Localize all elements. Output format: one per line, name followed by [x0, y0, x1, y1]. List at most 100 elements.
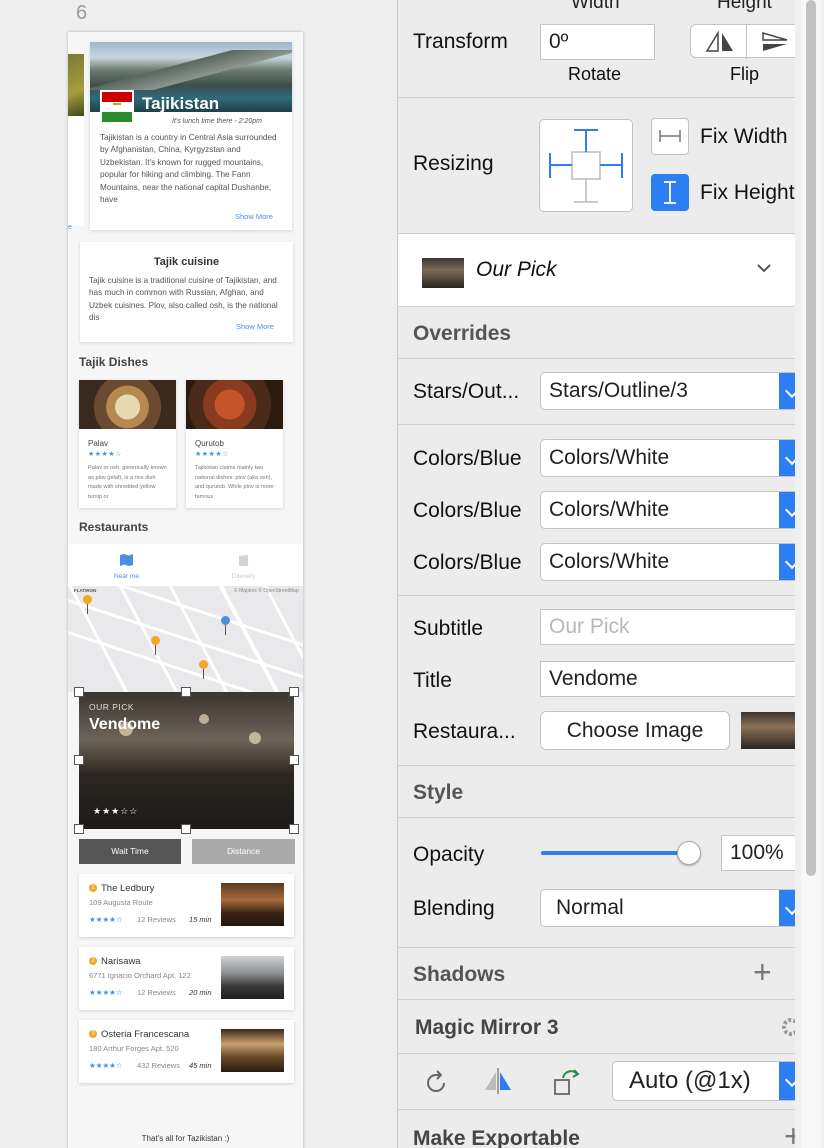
restaurant-row[interactable]: 2 Narisawa 6771 Ignacio Orchard Apt. 122…	[79, 947, 294, 1010]
restaurant-reviews: 12 Reviews	[137, 915, 176, 924]
subtitle-input[interactable]: Our Pick	[540, 609, 795, 645]
add-shadow-icon[interactable]: +	[753, 954, 772, 991]
country-show-more[interactable]: Show More	[235, 212, 273, 221]
opacity-slider-knob[interactable]	[677, 841, 701, 865]
flip-label: Flip	[730, 64, 760, 84]
selection-handle[interactable]	[74, 755, 84, 765]
refresh-icon[interactable]	[424, 1069, 448, 1095]
restaurants-heading: Restaurants	[79, 520, 149, 534]
inspector-scrollbar[interactable]	[801, 0, 821, 1148]
map-district-label: FLATIRON	[74, 588, 97, 593]
color-override-select[interactable]: Colors/White	[540, 543, 795, 581]
fix-width-toggle[interactable]	[651, 118, 689, 155]
gear-icon[interactable]	[779, 1015, 795, 1039]
choose-image-button[interactable]: Choose Image	[540, 711, 730, 750]
opacity-input[interactable]: 100%	[721, 835, 795, 871]
country-description: Tajikistan is a country in Central Asia …	[100, 133, 277, 205]
dish-card[interactable]: Qurutob ★★★★☆ Tajikistan claims mainly t…	[186, 380, 283, 508]
stars-override-select[interactable]: Stars/Outline/3	[540, 372, 795, 410]
our-pick-card[interactable]: OUR PICK Vendome ★★★☆☆	[79, 692, 294, 829]
rank-badge: 1	[89, 884, 97, 892]
map-pin-icon[interactable]	[151, 636, 160, 645]
map-pin-selected-icon[interactable]	[221, 616, 230, 625]
magic-mirror-toolbar: Auto (@1x)	[398, 1054, 795, 1110]
map-pin-icon[interactable]	[83, 595, 92, 604]
selection-handle[interactable]	[289, 687, 299, 697]
export-header: Make Exportable +	[398, 1110, 795, 1148]
tab-near-me[interactable]: Near me	[68, 544, 185, 586]
country-card[interactable]: Tajikistan It's lunch time there - 2:20p…	[90, 42, 292, 230]
fix-height-label: Fix Height	[700, 181, 795, 204]
restaurant-reviews: 12 Reviews	[137, 988, 176, 997]
restaurant-row[interactable]: 1 The Ledbury 109 Augusta Route ★★★★☆ 12…	[79, 874, 294, 937]
rank-badge: 3	[89, 1030, 97, 1038]
artboard-number: 6	[76, 2, 88, 24]
pick-subtitle: OUR PICK	[89, 702, 135, 712]
tab-delivery[interactable]: Dilevery	[185, 544, 302, 586]
inspector-panel: Width Height Transform 0º Rotate Flip Re…	[397, 0, 795, 1148]
resizing-constraints-icon	[549, 129, 623, 203]
restaurant-stars: ★★★★☆	[89, 988, 123, 997]
selection-handle[interactable]	[74, 824, 84, 834]
previous-card-image	[68, 54, 84, 116]
artboard[interactable]: e Tajikistan It's lunch time there - 2:2…	[68, 32, 303, 1148]
cuisine-show-more[interactable]: Show More	[236, 322, 274, 331]
wait-time-button[interactable]: Wait Time	[79, 839, 181, 864]
restaurant-address: 6771 Ignacio Orchard Apt. 122	[89, 971, 191, 980]
restaurant-map[interactable]: FLATIRON © Mapbox © OpenStreetMap	[68, 586, 303, 692]
selection-handle[interactable]	[181, 687, 191, 697]
dish-stars: ★★★★☆	[88, 451, 122, 458]
restaurant-image-thumbnail	[741, 712, 795, 749]
map-pin-icon[interactable]	[199, 660, 208, 669]
color-override-select[interactable]: Colors/White	[540, 491, 795, 529]
title-label: Title	[413, 669, 452, 692]
selection-handle[interactable]	[289, 824, 299, 834]
color-override-value: Colors/White	[549, 498, 670, 521]
restaurant-row[interactable]: 3 Osteria Francescana 180 Arthur Forges …	[79, 1020, 294, 1083]
opacity-slider[interactable]	[541, 841, 701, 865]
symbol-name: Our Pick	[476, 258, 557, 281]
dish-card[interactable]: Palav ★★★★☆ Palav or osh, generically kn…	[79, 380, 176, 508]
style-header: Style	[398, 766, 795, 818]
scale-select[interactable]: Auto (@1x)	[612, 1061, 795, 1101]
overrides-heading: Overrides	[413, 322, 512, 345]
export-heading: Make Exportable	[413, 1127, 580, 1148]
dish-name: Palav	[88, 439, 109, 448]
restaurant-reviews: 432 Reviews	[137, 1061, 180, 1070]
map-credit: © Mapbox © OpenStreetMap	[234, 588, 299, 594]
restaurant-image	[221, 956, 284, 999]
local-time: It's lunch time there - 2:20pm	[171, 118, 263, 125]
fix-height-toggle[interactable]	[651, 174, 689, 211]
blending-select[interactable]: Normal	[540, 889, 795, 927]
selection-handle[interactable]	[289, 755, 299, 765]
color-override-select[interactable]: Colors/White	[540, 439, 795, 477]
flip-vertical-icon[interactable]	[761, 31, 789, 53]
flip-horizontal-icon[interactable]	[705, 31, 735, 53]
selection-handle[interactable]	[74, 687, 84, 697]
dish-name: Qurutob	[195, 439, 224, 448]
footer-text: That's all for Tazikistan :)	[141, 1134, 230, 1143]
rotate-input[interactable]: 0º	[540, 24, 655, 60]
cuisine-card[interactable]: Tajik cuisine Tajik cuisine is a traditi…	[80, 242, 293, 342]
stars-override-row: Stars/Out... Stars/Outline/3	[398, 359, 795, 425]
restaurant-name: Osteria Francescana	[101, 1029, 190, 1040]
subtitle-label: Subtitle	[413, 617, 484, 640]
tab-delivery-label: Dilevery	[231, 573, 256, 580]
pick-title: Vendome	[89, 716, 161, 733]
rotate-layer-icon[interactable]	[553, 1068, 583, 1098]
symbol-row[interactable]: Our Pick	[398, 234, 795, 307]
distance-button[interactable]: Distance	[192, 839, 295, 864]
color-override-label: Colors/Blue	[413, 447, 522, 470]
selection-handle[interactable]	[181, 824, 191, 834]
add-export-icon[interactable]: +	[784, 1118, 795, 1148]
title-input[interactable]: Vendome	[540, 661, 795, 697]
scrollbar-thumb[interactable]	[806, 0, 816, 876]
previous-card-more: e	[68, 224, 72, 231]
resizing-pin-control[interactable]	[539, 119, 633, 212]
design-canvas[interactable]: 6 e Tajikistan It's lunch time there - 2…	[0, 0, 397, 1148]
tab-near-me-label: Near me	[114, 573, 139, 580]
chevron-down-icon[interactable]	[756, 262, 772, 274]
mirror-icon[interactable]	[482, 1068, 514, 1094]
restaurant-stars: ★★★★☆	[89, 1061, 123, 1070]
width-label: Width	[571, 0, 620, 13]
